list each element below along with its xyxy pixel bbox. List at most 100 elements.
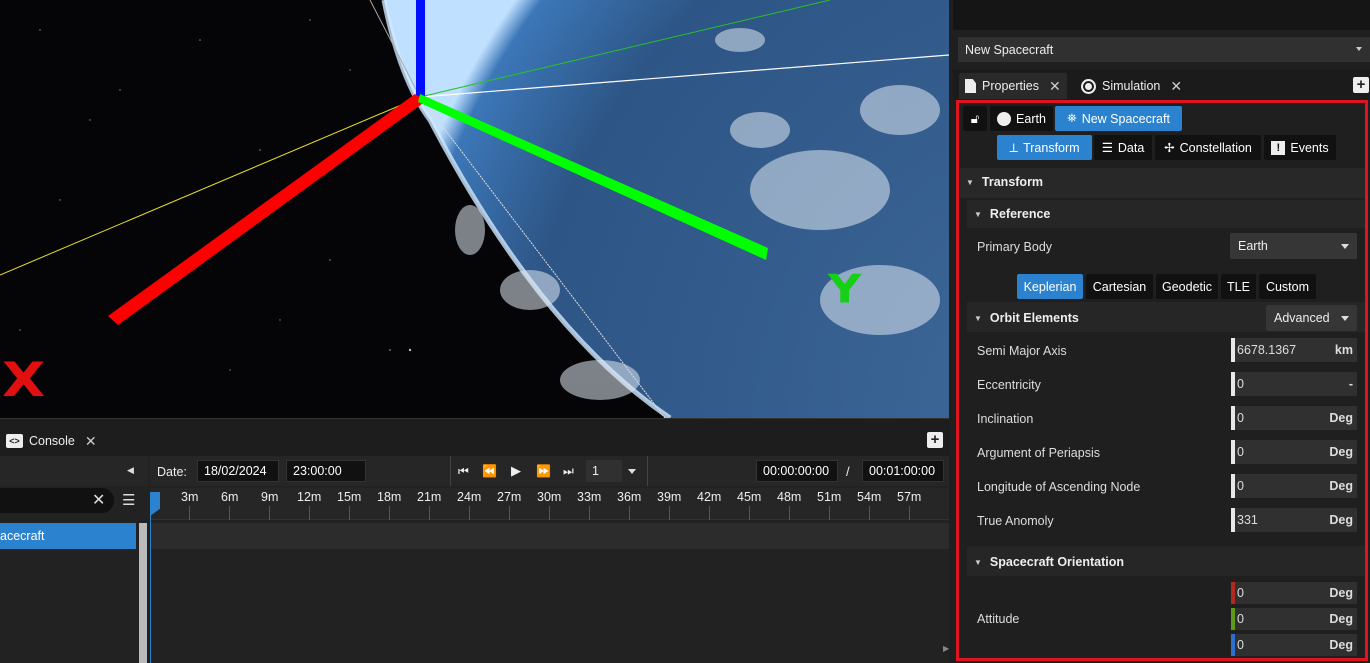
speed-select[interactable]: 1 xyxy=(586,460,622,482)
close-icon[interactable]: ✕ xyxy=(85,433,97,450)
field-value: 0 xyxy=(1237,612,1244,626)
time-input[interactable]: 23:00:00 xyxy=(286,460,366,482)
list-scrollbar[interactable] xyxy=(139,523,147,663)
close-icon[interactable]: ✕ xyxy=(1170,78,1182,95)
orientation-header-label: Spacecraft Orientation xyxy=(989,555,1124,569)
3d-viewport[interactable]: X Y xyxy=(0,0,949,418)
mode-tle[interactable]: TLE xyxy=(1221,274,1256,299)
attitude-z-input[interactable]: 0 Deg xyxy=(1231,634,1357,656)
breadcrumb-spacecraft[interactable]: ⛯ New Spacecraft xyxy=(1055,106,1182,131)
list-view-icon[interactable]: ☰ xyxy=(122,491,135,509)
longitude-ascending-node-input[interactable]: 0 Deg xyxy=(1231,474,1357,498)
tab-transform[interactable]: ⟂ Transform xyxy=(997,135,1092,160)
timeline-tick-label: 39m xyxy=(657,490,682,504)
timeline-tick xyxy=(349,506,350,520)
field-value: 331 xyxy=(1237,513,1258,527)
timeline-tick xyxy=(629,506,630,520)
argument-of-periapsis-input[interactable]: 0 Deg xyxy=(1231,440,1357,464)
timeline-tick xyxy=(189,506,190,520)
breadcrumb-earth[interactable]: Earth xyxy=(990,106,1053,131)
timeline-tick xyxy=(229,506,230,520)
element-label: Eccentricity xyxy=(977,378,1041,392)
field-value: 0 xyxy=(1237,479,1244,493)
play-icon[interactable]: ▶ xyxy=(511,463,521,479)
collapse-triangle-icon: ▼ xyxy=(974,313,982,323)
timeline-tick xyxy=(749,506,750,520)
field-value: 0 xyxy=(1237,586,1244,600)
add-tab-icon[interactable]: + xyxy=(1353,77,1369,93)
timeline-tick xyxy=(509,506,510,520)
list-item[interactable]: acecraft xyxy=(0,523,136,549)
timeline-tick xyxy=(909,506,910,520)
mode-custom[interactable]: Custom xyxy=(1259,274,1316,299)
timeline-tick-label: 9m xyxy=(261,490,279,504)
globe-icon xyxy=(997,111,1012,126)
reference-section-header[interactable]: ▼ Reference xyxy=(974,207,1050,221)
timeline-tick xyxy=(309,506,310,520)
field-unit: Deg xyxy=(1329,411,1353,425)
satellite-icon: ⛯ xyxy=(1067,111,1077,125)
timeline-tick-label: 42m xyxy=(697,490,722,504)
collapse-arrow-icon[interactable]: ◀ xyxy=(127,465,134,476)
element-label: True Anomoly xyxy=(977,514,1054,528)
semi-major-axis-input[interactable]: 6678.1367 km xyxy=(1231,338,1357,362)
transform-section-header[interactable]: ▼ Transform xyxy=(966,175,1043,189)
transform-header-label: Transform xyxy=(981,175,1044,189)
duration-time[interactable]: 00:01:00:00 xyxy=(862,460,944,482)
mode-geodetic[interactable]: Geodetic xyxy=(1156,274,1218,299)
timeline-tick-label: 48m xyxy=(777,490,802,504)
tab-constellation[interactable]: ✢ Constellation xyxy=(1155,135,1261,160)
tab-simulation[interactable]: Simulation ✕ xyxy=(1075,73,1188,99)
orbit-elements-header[interactable]: ▼ Orbit Elements xyxy=(974,311,1079,325)
element-label: Longitude of Ascending Node xyxy=(977,480,1141,494)
timeline-track[interactable] xyxy=(151,523,949,549)
globe-icon xyxy=(1081,78,1096,94)
orientation-section-header[interactable]: ▼ Spacecraft Orientation xyxy=(974,555,1124,569)
fast-forward-icon[interactable]: ⏩ xyxy=(536,464,551,478)
object-selector-caret-icon[interactable] xyxy=(1356,47,1362,51)
tab-data[interactable]: ☰ Data xyxy=(1094,135,1152,160)
axis-y-label: Y xyxy=(828,266,862,312)
element-label: Inclination xyxy=(977,412,1034,426)
tab-console[interactable]: <> Console ✕ xyxy=(0,428,103,454)
timeline-tick xyxy=(389,506,390,520)
skip-end-icon[interactable]: ⏭ xyxy=(563,464,574,479)
elapsed-value: 00:00:00:00 xyxy=(763,464,830,478)
lock-button[interactable]: 🔓︎ xyxy=(963,106,987,131)
add-panel-icon[interactable]: + xyxy=(927,432,943,448)
list-item-label: acecraft xyxy=(0,529,45,543)
skip-start-icon[interactable]: ⏮ xyxy=(458,464,469,479)
attitude-x-input[interactable]: 0 Deg xyxy=(1231,582,1357,604)
rewind-icon[interactable]: ⏪ xyxy=(482,464,497,478)
true-anomaly-input[interactable]: 331 Deg xyxy=(1231,508,1357,532)
elapsed-time: 00:00:00:00 xyxy=(756,460,838,482)
eccentricity-input[interactable]: 0- xyxy=(1231,372,1357,396)
field-value: 0 xyxy=(1237,445,1244,459)
object-selector[interactable]: New Spacecraft xyxy=(958,37,1370,62)
transform-tab-label: Transform xyxy=(1023,140,1080,155)
tab-properties[interactable]: Properties ✕ xyxy=(959,73,1067,99)
speed-dropdown-caret-icon[interactable] xyxy=(628,469,636,474)
timeline-tick xyxy=(669,506,670,520)
mode-tle-label: TLE xyxy=(1227,279,1250,294)
scene-graphic xyxy=(0,0,949,418)
field-unit: km xyxy=(1334,343,1353,357)
tab-events[interactable]: ! Events xyxy=(1264,135,1336,160)
time-separator: / xyxy=(846,464,850,479)
attitude-y-input[interactable]: 0 Deg xyxy=(1231,608,1357,630)
events-tab-label: Events xyxy=(1290,140,1329,155)
element-label: Argument of Periapsis xyxy=(977,446,1100,460)
orbit-mode-select[interactable]: Advanced xyxy=(1266,305,1357,331)
timeline-ruler[interactable]: 3m 6m 9m 12m 15m 18m 21m 24m 27m 30m 33m 36m 39m 42m 4… xyxy=(150,488,949,520)
mode-keplerian[interactable]: Keplerian xyxy=(1017,274,1083,299)
date-input[interactable]: 18/02/2024 xyxy=(197,460,279,482)
timeline-tick-label: 15m xyxy=(337,490,362,504)
breadcrumb-spacecraft-label: New Spacecraft xyxy=(1081,111,1170,126)
primary-body-select[interactable]: Earth xyxy=(1230,233,1357,259)
timeline-tick-label: 18m xyxy=(377,490,402,504)
resize-handle-icon[interactable]: ▶ xyxy=(943,644,949,653)
inclination-input[interactable]: 0 Deg xyxy=(1231,406,1357,430)
mode-cartesian[interactable]: Cartesian xyxy=(1086,274,1153,299)
clear-search-icon[interactable]: ✕ xyxy=(92,490,105,510)
close-icon[interactable]: ✕ xyxy=(1049,78,1061,95)
